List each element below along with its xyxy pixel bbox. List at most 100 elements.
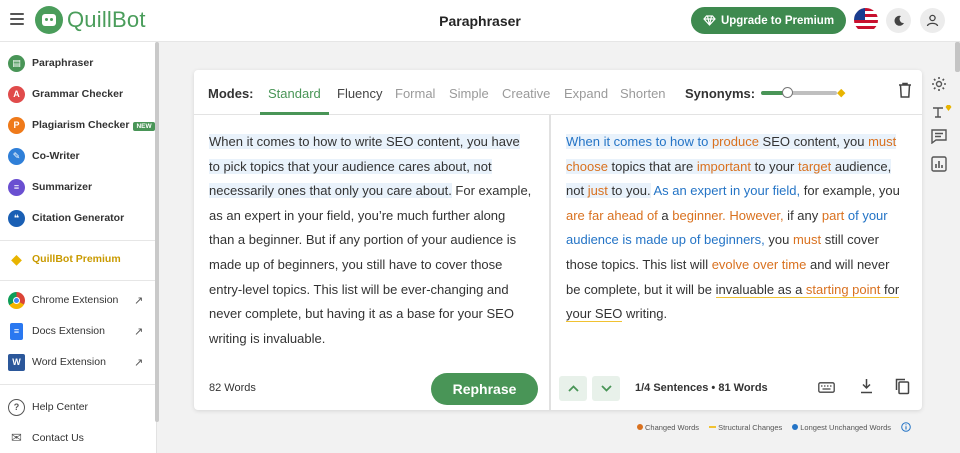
sidebar-item-docs-extension[interactable]: ≡ Docs Extension ↗ [0, 316, 155, 346]
sidebar-item-paraphraser[interactable]: ▤ Paraphraser [0, 48, 155, 78]
trash-icon[interactable] [898, 82, 912, 98]
chevron-up-icon [567, 385, 579, 392]
hamburger-menu-icon[interactable] [10, 13, 24, 25]
output-segment[interactable]: to your [751, 158, 798, 174]
chrome-icon [8, 291, 25, 309]
compare-modes-icon[interactable] [931, 103, 953, 119]
sidebar-divider [0, 280, 155, 281]
sidebar-item-label-group: Plagiarism Checker NEW [32, 119, 155, 131]
color-legend: Changed Words Structural Changes Longest… [637, 422, 911, 432]
download-icon[interactable] [860, 378, 873, 394]
previous-sentence-button[interactable] [559, 376, 587, 401]
legend-label: Changed Words [645, 422, 700, 432]
output-text-area[interactable]: When it comes to how to produce SEO cont… [566, 130, 906, 327]
paraphraser-icon: ▤ [8, 54, 25, 72]
output-segment[interactable]: important [696, 158, 752, 174]
mode-simple[interactable]: Simple [449, 86, 489, 101]
output-segment[interactable]: target [797, 158, 832, 174]
synonyms-slider-handle[interactable] [782, 87, 793, 98]
sidebar-item-word-extension[interactable]: W Word Extension ↗ [0, 347, 155, 377]
word-icon: W [8, 353, 25, 371]
sidebar-item-label: Word Extension [32, 356, 106, 368]
sidebar-item-label: Contact Us [32, 432, 84, 444]
paraphraser-card: Modes: Standard Fluency Formal Simple Cr… [194, 70, 922, 410]
synonyms-slider[interactable]: ◆ [761, 87, 845, 99]
sentence-stats: 1/4 Sentences • 81 Words [635, 382, 768, 394]
sidebar-item-plagiarism-checker[interactable]: P Plagiarism Checker NEW [0, 110, 155, 140]
output-segment[interactable]: starting point [805, 281, 881, 298]
statistics-icon[interactable] [931, 156, 947, 172]
sidebar-divider [0, 240, 155, 241]
mode-shorten[interactable]: Shorten [620, 86, 666, 101]
mail-icon: ✉ [11, 430, 22, 445]
sidebar-item-grammar-checker[interactable]: A Grammar Checker [0, 79, 155, 109]
mode-expand[interactable]: Expand [564, 86, 608, 101]
output-segment[interactable]: a [658, 208, 672, 223]
brand-name: QuillBot [67, 7, 146, 32]
output-segment[interactable]: are far ahead of [566, 208, 658, 223]
output-segment[interactable]: writing. [622, 306, 667, 321]
sidebar-item-premium[interactable]: ◆ QuillBot Premium [0, 244, 155, 274]
diamond-icon [703, 15, 716, 26]
page-scrollbar[interactable] [955, 42, 960, 72]
output-segment[interactable]: just [587, 183, 608, 199]
external-link-icon: ↗ [134, 294, 144, 307]
output-segment[interactable]: you [765, 232, 793, 247]
output-segment[interactable]: produce [711, 134, 759, 149]
sidebar: ▤ Paraphraser A Grammar Checker P Plagia… [0, 42, 157, 453]
synonyms-slider-track [787, 91, 837, 95]
output-word-count: 81 Words [718, 382, 768, 394]
sidebar-item-help-center[interactable]: ? Help Center [0, 392, 155, 422]
sidebar-scrollbar[interactable] [155, 42, 159, 422]
cowriter-icon: ✎ [8, 147, 25, 165]
sidebar-item-label: Paraphraser [32, 57, 94, 69]
sidebar-item-label: Summarizer [32, 181, 93, 193]
next-sentence-button[interactable] [592, 376, 620, 401]
sidebar-item-label: Help Center [32, 401, 89, 413]
sidebar-item-label: Citation Generator [32, 212, 125, 224]
sidebar-item-contact-us[interactable]: ✉ Contact Us [0, 423, 155, 453]
comment-icon[interactable] [931, 129, 947, 144]
sidebar-item-summarizer[interactable]: ≡ Summarizer [0, 172, 155, 202]
output-segment[interactable]: As an expert in your field, [651, 183, 800, 198]
output-segment[interactable]: if any [784, 208, 822, 223]
dark-mode-button[interactable] [886, 8, 911, 33]
gear-icon[interactable] [931, 76, 947, 92]
input-text-area[interactable]: When it comes to how to write SEO conten… [209, 130, 534, 351]
mode-standard[interactable]: Standard [268, 86, 321, 101]
keyboard-icon[interactable] [818, 382, 835, 393]
output-segment[interactable]: evolve over time [712, 257, 807, 272]
output-segment[interactable]: topics that are [607, 158, 697, 174]
sidebar-item-chrome-extension[interactable]: Chrome Extension ↗ [0, 285, 155, 315]
mode-formal[interactable]: Formal [395, 86, 435, 101]
modes-label: Modes: [208, 86, 254, 101]
external-link-icon: ↗ [134, 356, 144, 369]
copy-icon[interactable] [895, 378, 910, 395]
mode-creative[interactable]: Creative [502, 86, 550, 101]
legend-structural-color [709, 425, 717, 428]
top-bar: QuillBot Paraphraser Upgrade to Premium [0, 0, 960, 42]
legend-label: Longest Unchanged Words [800, 422, 892, 432]
synonyms-label: Synonyms: [685, 86, 756, 101]
output-segment[interactable]: When it comes to how to [566, 134, 712, 149]
rephrase-button[interactable]: Rephrase [431, 373, 538, 405]
input-word-count: 82 Words [209, 382, 256, 394]
pane-divider[interactable] [549, 115, 551, 410]
citation-icon: ❝ [8, 209, 25, 227]
output-segment[interactable]: invaluable as a [715, 281, 806, 298]
output-segment[interactable]: for example, you [800, 183, 900, 198]
docs-icon: ≡ [10, 322, 23, 340]
output-segment[interactable]: part [822, 208, 844, 223]
quillbot-logo[interactable]: QuillBot [35, 6, 146, 34]
sidebar-item-co-writer[interactable]: ✎ Co-Writer [0, 141, 155, 171]
output-segment[interactable]: beginner. However, [672, 208, 783, 223]
us-flag-icon[interactable] [854, 8, 878, 32]
sidebar-item-citation-generator[interactable]: ❝ Citation Generator [0, 203, 155, 233]
output-segment[interactable]: to you. [607, 183, 651, 199]
info-icon[interactable] [901, 422, 911, 432]
output-segment[interactable]: SEO content, you [758, 134, 869, 149]
output-segment[interactable]: must [793, 232, 821, 247]
account-button[interactable] [920, 8, 945, 33]
upgrade-button[interactable]: Upgrade to Premium [691, 7, 846, 34]
mode-fluency[interactable]: Fluency [337, 86, 383, 101]
